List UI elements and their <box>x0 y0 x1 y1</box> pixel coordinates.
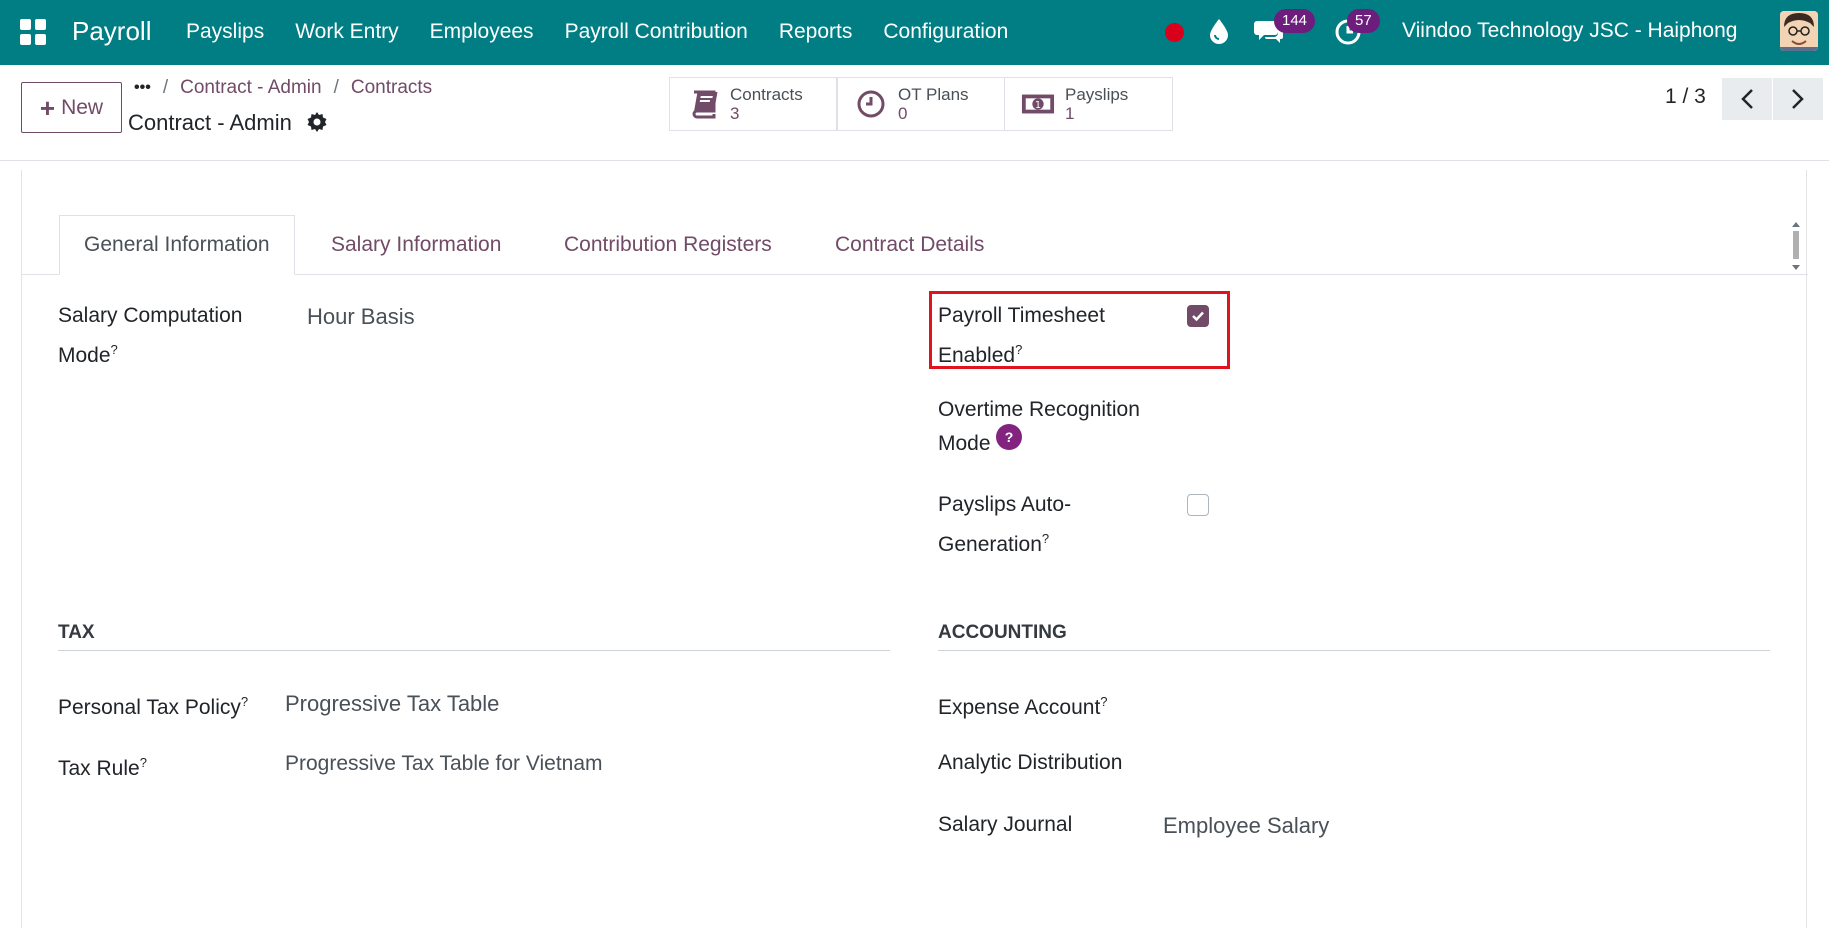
app-brand[interactable]: Payroll <box>72 16 151 47</box>
company-switcher[interactable]: Viindoo Technology JSC - Haiphong <box>1402 19 1737 43</box>
smart-button-payslips[interactable]: 1 Payslips 1 <box>1004 77 1173 131</box>
checkmark-icon <box>1192 311 1204 322</box>
tax-rule-value[interactable]: Progressive Tax Table for Vietnam <box>285 747 603 781</box>
menu-payroll-contribution[interactable]: Payroll Contribution <box>565 20 748 44</box>
smart-button-label: OT Plans <box>898 85 969 104</box>
new-button-label: New <box>61 95 104 119</box>
chevron-left-icon <box>1741 89 1753 109</box>
pager-value[interactable]: 1 / 3 <box>1665 85 1706 109</box>
label-line: Enabled <box>938 344 1016 367</box>
expense-account-label: Expense Account? <box>938 685 1108 725</box>
svg-text:1: 1 <box>1035 100 1041 111</box>
pager-previous-button[interactable] <box>1722 78 1772 120</box>
menu-employees[interactable]: Employees <box>430 20 534 44</box>
money-icon: 1 <box>1021 89 1055 119</box>
payroll-timesheet-enabled-label: Payroll Timesheet Enabled? <box>938 299 1105 373</box>
payslips-auto-generation-label: Payslips Auto- Generation? <box>938 488 1071 562</box>
top-navbar: Payroll Payslips Work Entry Employees Pa… <box>0 0 1829 65</box>
book-icon <box>686 89 720 119</box>
section-title-accounting: ACCOUNTING <box>938 622 1067 643</box>
breadcrumb-separator: / <box>162 77 169 98</box>
help-tooltip-mark[interactable]: ? <box>1015 342 1022 357</box>
help-tooltip-mark[interactable]: ? <box>111 342 118 357</box>
label-line: Overtime Recognition <box>938 398 1140 421</box>
record-status-icon[interactable] <box>1165 23 1184 42</box>
clock-icon <box>854 89 888 119</box>
breadcrumb-contract-admin[interactable]: Contract - Admin <box>180 77 322 99</box>
apps-menu-icon[interactable] <box>20 19 46 45</box>
smart-button-label: Payslips <box>1065 85 1129 104</box>
tab-salary-information[interactable]: Salary Information <box>331 215 501 275</box>
analytic-distribution-label: Analytic Distribution <box>938 751 1123 774</box>
tab-contract-details[interactable]: Contract Details <box>835 215 984 275</box>
label-text: Tax Rule <box>58 757 140 780</box>
label-line: Generation <box>938 533 1042 556</box>
smart-button-ot-plans[interactable]: OT Plans 0 <box>837 77 1005 131</box>
smart-button-value: 1 <box>1065 104 1075 123</box>
label-text: Personal Tax Policy <box>58 696 241 719</box>
smart-button-label: Contracts <box>730 85 803 104</box>
messages-badge: 144 <box>1274 9 1316 33</box>
pager-next-button[interactable] <box>1773 78 1823 120</box>
personal-tax-policy-label: Personal Tax Policy? <box>58 685 248 725</box>
plus-icon: + <box>39 92 56 123</box>
activities-badge: 57 <box>1347 9 1380 33</box>
help-tooltip-mark[interactable]: ? <box>1100 694 1107 709</box>
label-text: Expense Account <box>938 696 1101 719</box>
actions-menu-dots[interactable]: ••• <box>134 79 151 97</box>
user-avatar[interactable] <box>1780 11 1818 51</box>
form-sheet: General Information Salary Information C… <box>21 170 1808 928</box>
help-tooltip-mark[interactable]: ? <box>1042 531 1049 546</box>
help-tooltip-mark[interactable]: ? <box>140 755 147 770</box>
menu-reports[interactable]: Reports <box>779 20 853 44</box>
label-line: Salary Computation <box>58 304 243 327</box>
label-line: Mode <box>58 344 111 367</box>
breadcrumb-separator: / <box>333 77 339 98</box>
label-line: Mode <box>938 432 991 455</box>
tab-general-information[interactable]: General Information <box>59 215 295 275</box>
salary-computation-mode-label: Salary Computation Mode? <box>58 299 242 373</box>
smart-button-value: 3 <box>730 104 740 123</box>
menu-work-entry[interactable]: Work Entry <box>295 20 398 44</box>
tab-contribution-registers[interactable]: Contribution Registers <box>564 215 772 275</box>
tabs-scrollbar[interactable] <box>1789 218 1803 274</box>
breadcrumb: ••• / Contract - Admin / Contracts <box>134 77 432 99</box>
section-divider <box>938 650 1770 651</box>
payroll-timesheet-enabled-checkbox[interactable] <box>1187 305 1209 327</box>
notebook-tabs: General Information Salary Information C… <box>22 215 1808 275</box>
smart-button-contracts[interactable]: Contracts 3 <box>669 77 837 131</box>
menu-configuration[interactable]: Configuration <box>883 20 1008 44</box>
page-title: Contract - Admin <box>128 110 292 135</box>
chevron-right-icon <box>1792 89 1804 109</box>
salary-journal-label: Salary Journal <box>938 813 1073 836</box>
drop-icon[interactable] <box>1208 18 1230 44</box>
overtime-recognition-mode-label: Overtime Recognition Mode <box>938 393 1140 461</box>
breadcrumb-contracts[interactable]: Contracts <box>351 77 432 99</box>
payslips-auto-generation-checkbox[interactable] <box>1187 494 1209 516</box>
label-line: Payslips Auto- <box>938 493 1072 516</box>
control-panel: + New ••• / Contract - Admin / Contracts… <box>0 65 1829 161</box>
new-button[interactable]: + New <box>21 82 122 133</box>
personal-tax-policy-value[interactable]: Progressive Tax Table <box>285 687 499 721</box>
help-icon[interactable]: ? <box>996 424 1022 450</box>
help-tooltip-mark[interactable]: ? <box>241 694 248 709</box>
salary-journal-value[interactable]: Employee Salary <box>1163 809 1329 843</box>
section-divider <box>58 650 890 651</box>
label-line: Payroll Timesheet <box>938 304 1105 327</box>
gear-icon[interactable] <box>307 112 327 132</box>
tax-rule-label: Tax Rule? <box>58 746 147 786</box>
main-menu: Payslips Work Entry Employees Payroll Co… <box>186 20 1039 44</box>
salary-computation-mode-value[interactable]: Hour Basis <box>307 300 415 334</box>
smart-button-value: 0 <box>898 104 908 123</box>
section-title-tax: TAX <box>58 622 95 643</box>
menu-payslips[interactable]: Payslips <box>186 20 264 44</box>
